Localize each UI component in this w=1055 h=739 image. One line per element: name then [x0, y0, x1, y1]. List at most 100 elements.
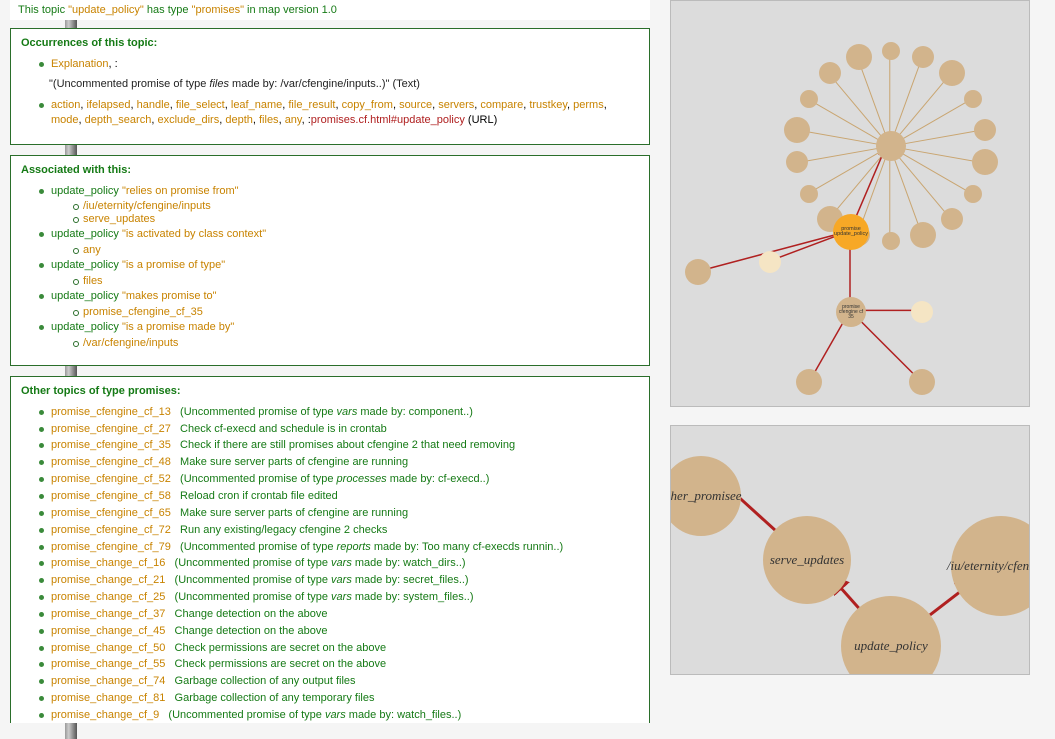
other-topic-link[interactable]: promise_change_cf_21: [51, 574, 165, 586]
occurrence-link[interactable]: perms: [573, 99, 604, 111]
other-topic-row: promise_change_cf_9 (Uncommented promise…: [39, 708, 639, 723]
other-topics-title: Other topics of type promises:: [21, 385, 639, 397]
graph-node[interactable]: [882, 232, 900, 250]
topic-graph-relations[interactable]: other_promisee serve_updatesupdate_policy…: [670, 425, 1030, 675]
other-topic-row: promise_cfengine_cf_35 Check if there ar…: [39, 438, 639, 453]
occurrence-link[interactable]: mode: [51, 114, 79, 126]
occurrence-link[interactable]: trustkey: [529, 99, 567, 111]
relation-graph-node[interactable]: /iu/eternity/cfengine/: [951, 516, 1030, 616]
occurrence-link[interactable]: action: [51, 99, 80, 111]
other-topic-link[interactable]: promise_cfengine_cf_58: [51, 490, 171, 502]
topic-header: This topic "update_policy" has type "pro…: [10, 0, 650, 20]
occurrence-link[interactable]: servers: [438, 99, 474, 111]
explanation-link[interactable]: Explanation: [51, 58, 109, 70]
other-topic-link[interactable]: promise_cfengine_cf_72: [51, 524, 171, 536]
occurrence-explanation-row: Explanation, :: [39, 57, 639, 72]
other-topic-link[interactable]: promise_cfengine_cf_48: [51, 456, 171, 468]
graph-node[interactable]: [972, 149, 998, 175]
assoc-relation-link[interactable]: "is a promise of type": [122, 259, 225, 271]
other-topic-link[interactable]: promise_change_cf_9: [51, 709, 159, 721]
graph-node[interactable]: [876, 131, 906, 161]
other-topics-panel: Other topics of type promises: promise_c…: [10, 376, 650, 723]
other-topic-link[interactable]: promise_change_cf_25: [51, 591, 165, 603]
assoc-relation-link[interactable]: "is activated by class context": [122, 228, 266, 240]
topic-header-text: This topic "update_policy" has type "pro…: [18, 4, 337, 16]
occurrence-link[interactable]: compare: [480, 99, 523, 111]
graph-node[interactable]: [786, 151, 808, 173]
graph-node[interactable]: [964, 90, 982, 108]
other-topic-link[interactable]: promise_change_cf_55: [51, 658, 165, 670]
other-topic-link[interactable]: promise_cfengine_cf_27: [51, 423, 171, 435]
other-topic-link[interactable]: promise_cfengine_cf_13: [51, 406, 171, 418]
other-topic-link[interactable]: promise_cfengine_cf_35: [51, 439, 171, 451]
other-topic-row: promise_cfengine_cf_72 Run any existing/…: [39, 523, 639, 538]
assoc-sub-link[interactable]: any: [83, 244, 101, 256]
other-topic-link[interactable]: promise_change_cf_50: [51, 642, 165, 654]
graph-node[interactable]: [882, 42, 900, 60]
graph-node[interactable]: [685, 259, 711, 285]
relation-graph-node[interactable]: update_policy: [841, 596, 941, 675]
assoc-sub-item: /var/cfengine/inputs: [73, 337, 639, 349]
assoc-relation-link[interactable]: "is a promise made by": [122, 321, 234, 333]
other-topic-row: promise_change_cf_25 (Uncommented promis…: [39, 590, 639, 605]
other-topic-link[interactable]: promise_change_cf_16: [51, 557, 165, 569]
other-topic-row: promise_cfengine_cf_65 Make sure server …: [39, 506, 639, 521]
occurrences-title: Occurrences of this topic:: [21, 37, 639, 49]
graph-node[interactable]: [759, 251, 781, 273]
occurrence-link[interactable]: files: [259, 114, 279, 126]
graph-node[interactable]: promise cfengine cf 35: [836, 297, 866, 327]
other-topic-link[interactable]: promise_change_cf_37: [51, 608, 165, 620]
assoc-sub-item: files: [73, 275, 639, 287]
other-topic-link[interactable]: promise_cfengine_cf_79: [51, 541, 171, 553]
other-topic-link[interactable]: promise_cfengine_cf_52: [51, 473, 171, 485]
occurrence-link[interactable]: file_select: [176, 99, 225, 111]
graph-node[interactable]: [800, 90, 818, 108]
graph-node[interactable]: [819, 62, 841, 84]
occurrence-link[interactable]: leaf_name: [231, 99, 282, 111]
assoc-sub-link[interactable]: promise_cfengine_cf_35: [83, 306, 203, 318]
graph-node[interactable]: [910, 222, 936, 248]
graph-node[interactable]: [800, 185, 818, 203]
graph-node[interactable]: [846, 44, 872, 70]
graph-node[interactable]: [784, 117, 810, 143]
assoc-sub-link[interactable]: files: [83, 275, 103, 287]
graph-node[interactable]: [939, 60, 965, 86]
assoc-sub-link[interactable]: /var/cfengine/inputs: [83, 337, 178, 349]
occurrence-link[interactable]: handle: [137, 99, 170, 111]
other-topic-link[interactable]: promise_change_cf_45: [51, 625, 165, 637]
graph-node[interactable]: [909, 369, 935, 395]
occurrence-link[interactable]: exclude_dirs: [157, 114, 219, 126]
graph-node[interactable]: [912, 46, 934, 68]
assoc-sub-link[interactable]: /iu/eternity/cfengine/inputs: [83, 200, 211, 212]
graph-node[interactable]: [974, 119, 996, 141]
assoc-sub-link[interactable]: serve_updates: [83, 213, 155, 225]
graph-node-center[interactable]: promise update_policy: [833, 214, 869, 250]
other-topic-link[interactable]: promise_cfengine_cf_65: [51, 507, 171, 519]
occurrence-link[interactable]: depth_search: [85, 114, 152, 126]
explanation-text: "(Uncommented promise of type files made…: [21, 78, 639, 90]
other-topic-row: promise_change_cf_50 Check permissions a…: [39, 641, 639, 656]
assoc-relation-link[interactable]: "relies on promise from": [122, 185, 239, 197]
graph-node[interactable]: [796, 369, 822, 395]
occurrence-link[interactable]: ifelapsed: [86, 99, 130, 111]
graph-node[interactable]: [964, 185, 982, 203]
other-topic-link[interactable]: promise_change_cf_74: [51, 675, 165, 687]
other-topic-row: promise_cfengine_cf_52 (Uncommented prom…: [39, 472, 639, 487]
associated-panel: Associated with this: update_policy "rel…: [10, 155, 650, 366]
occurrence-link[interactable]: source: [399, 99, 432, 111]
assoc-relation-link[interactable]: "makes promise to": [122, 290, 217, 302]
occurrence-link[interactable]: any: [285, 114, 302, 126]
assoc-item: update_policy "relies on promise from": [39, 184, 639, 199]
other-topic-link[interactable]: promise_change_cf_81: [51, 692, 165, 704]
relation-graph-node[interactable]: serve_updates: [763, 516, 851, 604]
occurrence-red-link[interactable]: promises.cf.html#update_policy: [311, 114, 465, 126]
graph-node[interactable]: [941, 208, 963, 230]
topic-graph-radial[interactable]: promise update_policy promise cfengine c…: [670, 0, 1030, 407]
graph-node[interactable]: [911, 301, 933, 323]
occurrence-link[interactable]: file_result: [288, 99, 335, 111]
relation-graph-node[interactable]: other_promisee: [670, 456, 741, 536]
assoc-sub-item: /iu/eternity/cfengine/inputs: [73, 200, 639, 212]
other-topic-row: promise_cfengine_cf_27 Check cf-execd an…: [39, 422, 639, 437]
occurrence-link[interactable]: depth: [225, 114, 253, 126]
occurrence-link[interactable]: copy_from: [342, 99, 393, 111]
